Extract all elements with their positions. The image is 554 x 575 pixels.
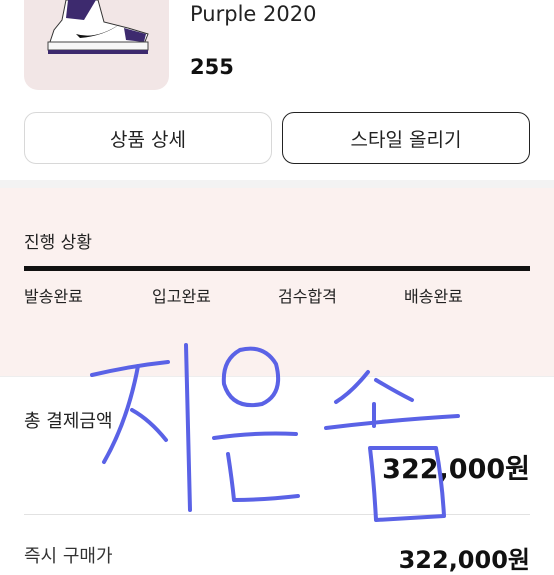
payment-section: 총 결제금액 322,000원 즉시 구매가 322,000원: [0, 376, 554, 574]
step-inspected: 검수합격: [278, 287, 337, 306]
step-delivered: 배송완료: [404, 287, 463, 306]
section-divider: [0, 180, 554, 188]
progress-section: 진행 상황 발송완료 입고완료 검수합격 배송완료: [0, 188, 554, 376]
product-detail-button[interactable]: 상품 상세: [24, 112, 272, 164]
payment-divider: [24, 514, 530, 515]
post-style-button[interactable]: 스타일 올리기: [282, 112, 530, 164]
progress-title: 진행 상황: [24, 233, 92, 253]
step-shipped: 발송완료: [24, 287, 83, 306]
total-payment-label: 총 결제금액: [24, 411, 113, 432]
total-payment-amount: 322,000원: [382, 454, 530, 485]
sneaker-illustration: [47, 0, 149, 54]
instant-buy-amount: 322,000원: [398, 546, 530, 574]
instant-buy-label: 즉시 구매가: [24, 546, 113, 567]
progress-bar: [24, 266, 530, 271]
step-received: 입고완료: [152, 287, 211, 306]
product-image: [24, 0, 169, 90]
product-name: Purple 2020: [190, 2, 317, 26]
product-size: 255: [190, 55, 234, 79]
